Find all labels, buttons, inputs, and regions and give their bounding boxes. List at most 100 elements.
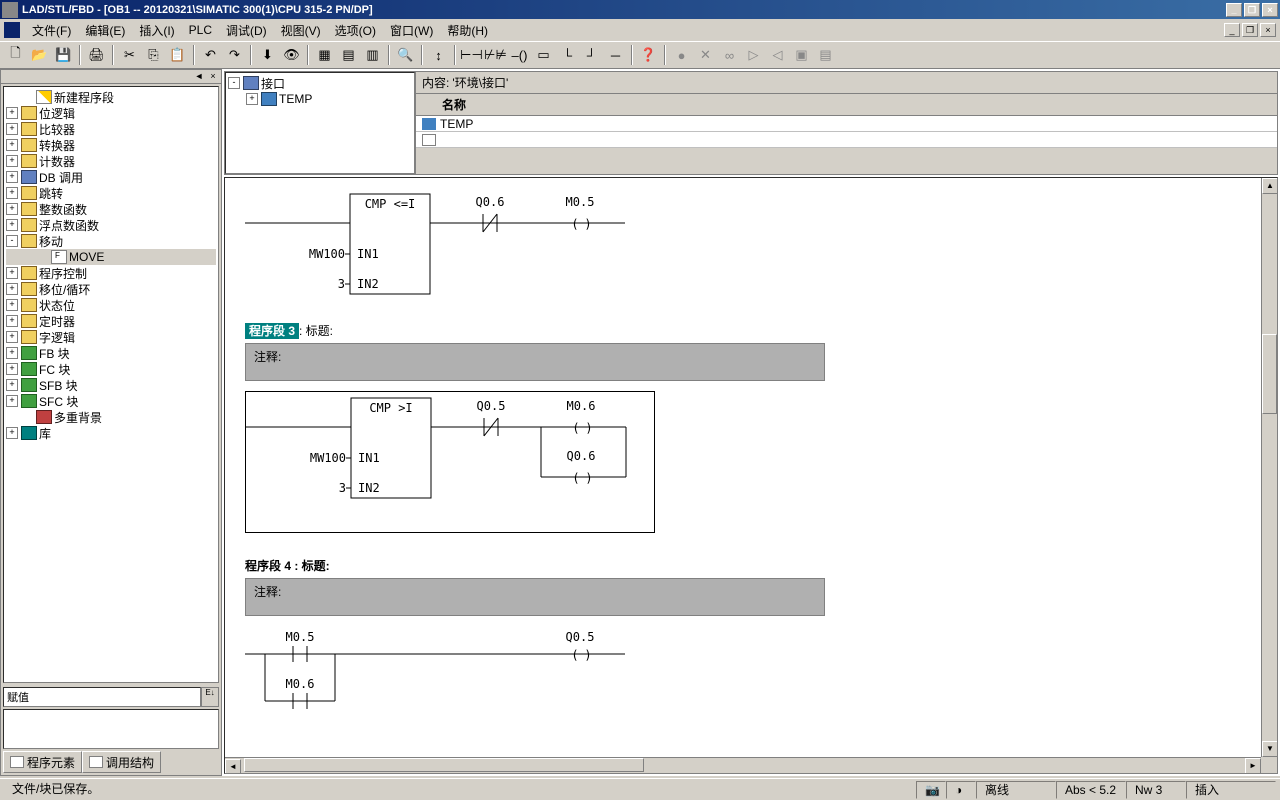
expand-icon[interactable]: +: [6, 267, 18, 279]
interface-tree[interactable]: -接口 +TEMP: [225, 72, 415, 174]
network-4-comment[interactable]: 注释:: [245, 578, 825, 616]
interface-row-empty[interactable]: [416, 132, 1277, 148]
expand-icon[interactable]: +: [6, 187, 18, 199]
expand-icon[interactable]: +: [6, 331, 18, 343]
tree-item[interactable]: +DB 调用: [6, 169, 216, 185]
panel-pin-icon[interactable]: ◄: [193, 71, 205, 83]
tree-item[interactable]: 新建程序段: [6, 89, 216, 105]
scroll-right-icon[interactable]: ►: [1245, 758, 1261, 774]
save-icon[interactable]: 💾: [52, 44, 75, 66]
expand-icon[interactable]: +: [6, 123, 18, 135]
tab-elements[interactable]: 程序元素: [3, 751, 82, 773]
status-4-icon[interactable]: ▷: [742, 44, 765, 66]
goto-icon[interactable]: ↕: [427, 44, 450, 66]
overview-icon[interactable]: ▤: [337, 44, 360, 66]
minimize-button[interactable]: _: [1226, 3, 1242, 17]
menu-insert[interactable]: 插入(I): [133, 20, 180, 41]
vertical-scrollbar[interactable]: ▲ ▼: [1261, 178, 1277, 757]
horizontal-scrollbar[interactable]: ◄ ►: [225, 757, 1261, 773]
tree-item[interactable]: +计数器: [6, 153, 216, 169]
tree-item[interactable]: +移位/循环: [6, 281, 216, 297]
mdi-minimize-button[interactable]: _: [1224, 23, 1240, 37]
element-tree[interactable]: 新建程序段+位逻辑+比较器+转换器+计数器+DB 调用+跳转+整数函数+浮点数函…: [3, 86, 219, 683]
menu-view[interactable]: 视图(V): [275, 20, 327, 41]
scroll-left-icon[interactable]: ◄: [225, 759, 241, 774]
expand-icon[interactable]: +: [6, 203, 18, 215]
monitor-icon[interactable]: 👁: [280, 44, 303, 66]
expand-icon[interactable]: +: [6, 363, 18, 375]
coil-icon[interactable]: –(): [508, 44, 531, 66]
tree-item[interactable]: +比较器: [6, 121, 216, 137]
status-5-icon[interactable]: ◁: [766, 44, 789, 66]
tree-item[interactable]: +SFB 块: [6, 377, 216, 393]
cut-icon[interactable]: ✂: [118, 44, 141, 66]
tree-item[interactable]: +转换器: [6, 137, 216, 153]
tree-item[interactable]: +程序控制: [6, 265, 216, 281]
tree-item[interactable]: +SFC 块: [6, 393, 216, 409]
menu-debug[interactable]: 调试(D): [220, 20, 273, 41]
menu-options[interactable]: 选项(O): [329, 20, 382, 41]
expand-icon[interactable]: -: [228, 77, 240, 89]
mdi-close-button[interactable]: ×: [1260, 23, 1276, 37]
menu-file[interactable]: 文件(F): [26, 20, 77, 41]
branch-close-icon[interactable]: ┘: [580, 44, 603, 66]
close-button[interactable]: ×: [1262, 3, 1278, 17]
tree-item[interactable]: +位逻辑: [6, 105, 216, 121]
status-3-icon[interactable]: ∞: [718, 44, 741, 66]
scroll-down-icon[interactable]: ▼: [1262, 741, 1278, 757]
tree-item[interactable]: -移动: [6, 233, 216, 249]
expand-icon[interactable]: +: [6, 315, 18, 327]
expand-icon[interactable]: +: [6, 107, 18, 119]
detail-icon[interactable]: ▥: [361, 44, 384, 66]
panel-close-icon[interactable]: ×: [207, 71, 219, 83]
expand-icon[interactable]: +: [246, 93, 258, 105]
expand-icon[interactable]: +: [6, 395, 18, 407]
tree-item[interactable]: +定时器: [6, 313, 216, 329]
expand-icon[interactable]: +: [6, 219, 18, 231]
ladder-editor[interactable]: CMP <=I MW100 IN1 3 IN2 Q0.6 M0.5 (): [224, 177, 1278, 774]
undo-icon[interactable]: ↶: [199, 44, 222, 66]
print-icon[interactable]: 🖨: [85, 44, 108, 66]
menu-edit[interactable]: 编辑(E): [79, 20, 131, 41]
expand-icon[interactable]: +: [6, 155, 18, 167]
tree-item[interactable]: +库: [6, 425, 216, 441]
status-7-icon[interactable]: ▤: [814, 44, 837, 66]
expand-icon[interactable]: +: [6, 427, 18, 439]
catalog-icon[interactable]: ▦: [313, 44, 336, 66]
status-2-icon[interactable]: ✕: [694, 44, 717, 66]
expand-icon[interactable]: +: [6, 379, 18, 391]
redo-icon[interactable]: ↷: [223, 44, 246, 66]
box-icon[interactable]: ▭: [532, 44, 555, 66]
new-icon[interactable]: 🗋: [4, 44, 27, 66]
mdi-restore-button[interactable]: ❐: [1242, 23, 1258, 37]
maximize-button[interactable]: ❐: [1244, 3, 1260, 17]
tree-item[interactable]: MOVE: [6, 249, 216, 265]
menu-plc[interactable]: PLC: [183, 21, 218, 39]
copy-icon[interactable]: ⎘: [142, 44, 165, 66]
search-icon[interactable]: 🔍: [394, 44, 417, 66]
tree-item[interactable]: +字逻辑: [6, 329, 216, 345]
tree-item[interactable]: +FC 块: [6, 361, 216, 377]
network-3-comment[interactable]: 注释:: [245, 343, 825, 381]
assign-dropdown-icon[interactable]: E↓: [201, 687, 219, 707]
tree-item[interactable]: +浮点数函数: [6, 217, 216, 233]
expand-icon[interactable]: +: [6, 283, 18, 295]
paste-icon[interactable]: 📋: [166, 44, 189, 66]
expand-icon[interactable]: -: [6, 235, 18, 247]
expand-icon[interactable]: +: [6, 139, 18, 151]
download-icon[interactable]: ⬇: [256, 44, 279, 66]
tab-call-structure[interactable]: 调用结构: [82, 751, 161, 773]
assign-input[interactable]: 赋值: [3, 687, 201, 707]
contact-nc-icon[interactable]: ⊬⊭: [484, 44, 507, 66]
scroll-up-icon[interactable]: ▲: [1262, 178, 1278, 194]
expand-icon[interactable]: +: [6, 171, 18, 183]
tree-item[interactable]: +状态位: [6, 297, 216, 313]
tree-item[interactable]: 多重背景: [6, 409, 216, 425]
interface-row-temp[interactable]: TEMP: [416, 116, 1277, 132]
connection-icon[interactable]: ─: [604, 44, 627, 66]
network-3-title-hl[interactable]: 程序段 3: [245, 323, 299, 339]
tree-item[interactable]: +跳转: [6, 185, 216, 201]
status-6-icon[interactable]: ▣: [790, 44, 813, 66]
open-icon[interactable]: 📂: [28, 44, 51, 66]
contact-no-icon[interactable]: ⊢⊣: [460, 44, 483, 66]
